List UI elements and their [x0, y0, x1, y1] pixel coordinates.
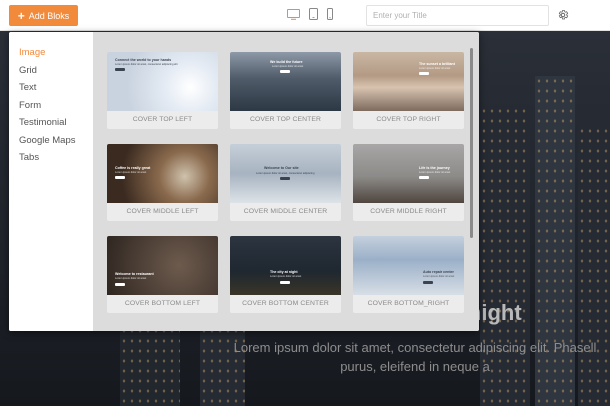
category-grid[interactable]: Grid: [9, 62, 93, 80]
template-thumbnail: Life is the journey Lorem ipsum dolor si…: [353, 144, 464, 203]
template-card[interactable]: The city at night Lorem ipsum dolor sit …: [230, 236, 341, 313]
thumbnail-heading: Welcome to restaurant: [115, 272, 154, 276]
template-card[interactable]: The sunset a brilliant Lorem ipsum dolor…: [353, 52, 464, 129]
template-card[interactable]: Welcome to Our site Lorem ipsum dolor si…: [230, 144, 341, 221]
add-bloks-button[interactable]: + Add Bloks: [9, 5, 78, 26]
paragraph-line: Lorem ipsum dolor sit amet, consectetur …: [233, 340, 597, 355]
category-image[interactable]: Image: [9, 44, 93, 62]
add-bloks-label: Add Bloks: [28, 10, 70, 21]
template-label: COVER BOTTOM CENTER: [242, 300, 329, 307]
plus-icon: +: [17, 8, 25, 23]
template-thumbnail: Welcome to Our site Lorem ipsum dolor si…: [230, 144, 341, 203]
thumbnail-subtext: Lorem ipsum dolor sit amet: [115, 171, 147, 174]
template-thumbnail: The city at night Lorem ipsum dolor sit …: [230, 236, 341, 295]
thumbnail-button: [115, 283, 125, 286]
page-paragraph: Lorem ipsum dolor sit amet, consectetur …: [220, 338, 610, 376]
template-thumbnail: Connect the world to your hands Lorem ip…: [107, 52, 218, 111]
template-label: COVER BOTTOM LEFT: [124, 300, 201, 307]
thumbnail-button: [115, 68, 125, 71]
tablet-icon[interactable]: [309, 8, 318, 20]
device-switcher: [287, 8, 333, 20]
thumbnail-heading: Life is the journey: [419, 166, 450, 170]
thumbnail-button: [280, 177, 290, 180]
template-card[interactable]: Auto repair center Lorem ipsum dolor sit…: [353, 236, 464, 313]
template-card[interactable]: Life is the journey Lorem ipsum dolor si…: [353, 144, 464, 221]
category-sidebar: Image Grid Text Form Testimonial Google …: [9, 32, 93, 331]
thumbnail-button: [419, 72, 429, 75]
thumbnail-button: [423, 281, 433, 284]
template-thumbnail: We build the future Lorem ipsum dolor si…: [230, 52, 341, 111]
thumbnail-button: [115, 176, 125, 179]
thumbnail-subtext: Lorem ipsum dolor sit amet: [272, 65, 304, 68]
template-card[interactable]: Connect the world to your hands Lorem ip…: [107, 52, 218, 129]
thumbnail-subtext: Lorem ipsum dolor sit amet: [115, 277, 147, 280]
desktop-icon[interactable]: [287, 8, 300, 20]
top-toolbar: + Add Bloks: [0, 0, 610, 31]
thumbnail-heading: Connect the world to your hands: [115, 58, 172, 62]
template-card[interactable]: Welcome to restaurant Lorem ipsum dolor …: [107, 236, 218, 313]
template-label: COVER BOTTOM_RIGHT: [367, 300, 450, 307]
thumbnail-heading: We build the future: [270, 60, 303, 64]
template-card[interactable]: We build the future Lorem ipsum dolor si…: [230, 52, 341, 129]
thumbnail-heading: Auto repair center: [423, 270, 454, 274]
category-text[interactable]: Text: [9, 79, 93, 97]
category-google-maps[interactable]: Google Maps: [9, 132, 93, 150]
page-title-input[interactable]: [366, 5, 549, 26]
thumbnail-heading: Welcome to Our site: [264, 166, 299, 170]
thumbnail-heading: Coffee is really great: [115, 166, 151, 170]
template-label: COVER MIDDLE RIGHT: [370, 208, 447, 215]
thumbnail-button: [280, 70, 290, 73]
template-thumbnail: Auto repair center Lorem ipsum dolor sit…: [353, 236, 464, 295]
gear-icon[interactable]: [557, 9, 569, 21]
thumbnail-subtext: Lorem ipsum dolor sit amet, consectetur …: [256, 172, 315, 175]
mobile-icon[interactable]: [327, 8, 333, 20]
block-picker-modal: Image Grid Text Form Testimonial Google …: [9, 32, 479, 331]
template-label: COVER TOP LEFT: [132, 116, 193, 123]
template-thumbnail: The sunset a brilliant Lorem ipsum dolor…: [353, 52, 464, 111]
thumbnail-subtext: Lorem ipsum dolor sit amet: [270, 275, 302, 278]
category-form[interactable]: Form: [9, 97, 93, 115]
template-grid: Connect the world to your hands Lorem ip…: [93, 32, 479, 331]
template-label: COVER MIDDLE CENTER: [243, 208, 328, 215]
thumbnail-button: [419, 176, 429, 179]
category-testimonial[interactable]: Testimonial: [9, 114, 93, 132]
template-label: COVER MIDDLE LEFT: [126, 208, 199, 215]
template-label: COVER TOP CENTER: [249, 116, 322, 123]
thumbnail-heading: The city at night: [270, 270, 298, 274]
template-card[interactable]: Coffee is really great Lorem ipsum dolor…: [107, 144, 218, 221]
thumbnail-subtext: Lorem ipsum dolor sit amet: [419, 171, 451, 174]
thumbnail-subtext: Lorem ipsum dolor sit amet, consectetur …: [115, 63, 178, 66]
thumbnail-button: [280, 281, 290, 284]
template-thumbnail: Coffee is really great Lorem ipsum dolor…: [107, 144, 218, 203]
thumbnail-subtext: Lorem ipsum dolor sit amet: [419, 67, 451, 70]
thumbnail-heading: The sunset a brilliant: [419, 62, 455, 66]
paragraph-line: purus, eleifend in neque a: [340, 359, 490, 374]
thumbnail-subtext: Lorem ipsum dolor sit amet: [423, 275, 455, 278]
category-tabs[interactable]: Tabs: [9, 149, 93, 167]
template-thumbnail: Welcome to restaurant Lorem ipsum dolor …: [107, 236, 218, 295]
template-label: COVER TOP RIGHT: [376, 116, 441, 123]
grid-scrollbar[interactable]: [470, 48, 473, 238]
